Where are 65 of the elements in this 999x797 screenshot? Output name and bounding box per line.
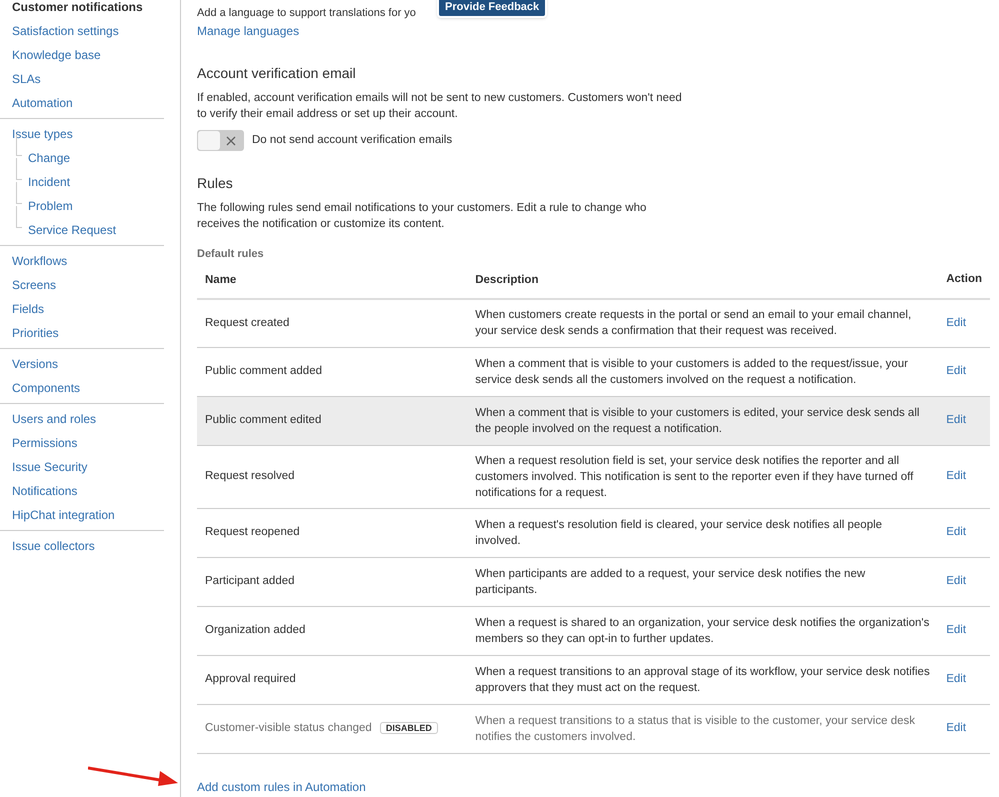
section-title: Rules xyxy=(197,174,234,193)
sidebar-item[interactable]: Problem xyxy=(0,194,164,218)
sidebar-item[interactable]: Issue collectors xyxy=(0,534,164,558)
sidebar-item[interactable]: HipChat integration xyxy=(0,503,164,527)
section-title: Account verification email xyxy=(197,64,357,83)
edit-link[interactable]: Edit xyxy=(946,316,966,329)
rule-description: When a comment that is visible to your customers is edited, your service desk sends all the people involved on the request a notification. xyxy=(475,406,920,437)
rule-description: When a comment that is visible to your customers is added to the request/issue, your service desk sends all the customers involved on the request a notification. xyxy=(475,357,909,388)
sidebar-item[interactable]: SLAs xyxy=(0,67,164,91)
edit-link[interactable]: Edit xyxy=(946,470,966,482)
close-icon xyxy=(226,136,236,146)
rule-name: Request reopened xyxy=(205,526,300,538)
sidebar-item[interactable]: Notifications xyxy=(0,479,164,503)
sidebar-item[interactable]: Users and roles xyxy=(0,407,164,431)
sidebar-item[interactable]: Customer notifications xyxy=(0,0,164,19)
sidebar-item[interactable]: Service Request xyxy=(0,218,164,242)
rule-name: Organization added xyxy=(205,624,306,636)
column-header: Action xyxy=(946,272,982,284)
sidebar-item[interactable]: Automation xyxy=(0,91,164,115)
sidebar-item[interactable]: Issue Security xyxy=(0,455,164,479)
column-header: Name xyxy=(205,274,236,286)
toggle-label: Do not send account verification emails xyxy=(252,132,452,148)
rule-description: When participants are added to a request, your service desk notifies the new participants. xyxy=(475,567,866,598)
sidebar-item[interactable]: Fields xyxy=(0,297,164,321)
section-description: The following rules send email notifications to your customers. Edit a rule to change who receives the notification or customize its content. xyxy=(197,201,648,232)
rule-description: When a request's resolution field is cleared, your service desk notifies all people involved. xyxy=(475,518,884,549)
edit-link[interactable]: Edit xyxy=(946,624,966,636)
subsection-title: Default rules xyxy=(197,247,265,262)
sidebar-item[interactable]: Knowledge base xyxy=(0,43,164,67)
edit-link[interactable]: Edit xyxy=(946,526,966,538)
intro-text: Add a language to support translations for yo xyxy=(197,7,416,19)
edit-link[interactable]: Edit xyxy=(946,365,966,378)
sidebar-item[interactable]: Components xyxy=(0,376,164,400)
rule-name: Request created xyxy=(205,316,290,329)
sidebar-item[interactable]: Priorities xyxy=(0,321,164,345)
status-badge: DISABLED xyxy=(380,722,438,734)
feedback-button[interactable]: Provide Feedback xyxy=(437,0,548,18)
rule-description: When a request transitions to an approval stage of its workflow, your service desk notifies approvers that they must act on the request. xyxy=(475,665,930,696)
rule-description: When customers create requests in the portal or send an email to your email channel, your service desk sends a confirmation that their request was received. xyxy=(475,308,912,340)
rule-name: Approval required xyxy=(205,673,296,686)
edit-link[interactable]: Edit xyxy=(946,575,966,588)
sidebar-item[interactable]: Satisfaction settings xyxy=(0,19,164,43)
rule-description: When a request resolution field is set, your service desk notifies the reporter and all customers involved. This notification is sent to the reporter even if they have turned off notifications for a request. xyxy=(475,454,914,501)
automation-link[interactable]: Add custom rules in Automation xyxy=(197,778,366,796)
arrow-icon xyxy=(88,765,178,787)
rule-name: Customer-visible status changed xyxy=(205,722,372,734)
rule-name: Participant added xyxy=(205,575,295,588)
sidebar-item[interactable]: Incident xyxy=(0,170,164,194)
sidebar-item[interactable]: Permissions xyxy=(0,431,164,455)
edit-link[interactable]: Edit xyxy=(946,673,966,686)
rule-name: Public comment edited xyxy=(205,414,322,426)
toggle-switch[interactable] xyxy=(197,130,244,151)
rule-name: Request resolved xyxy=(205,470,294,482)
rule-name: Public comment added xyxy=(205,365,322,378)
sidebar-item[interactable]: Issue types xyxy=(0,122,164,146)
sidebar-item[interactable]: Versions xyxy=(0,352,164,376)
manage-languages-link[interactable]: Manage languages xyxy=(197,22,300,40)
sidebar-item[interactable]: Change xyxy=(0,146,164,170)
column-header: Description xyxy=(475,274,538,286)
edit-link[interactable]: Edit xyxy=(946,414,966,426)
rule-description: When a request transitions to a status that is visible to the customer, your service desk notifies the customers involved. xyxy=(475,714,916,745)
sidebar-item[interactable]: Screens xyxy=(0,273,164,297)
sidebar-item[interactable]: Workflows xyxy=(0,249,164,273)
rule-description: When a request is shared to an organization, your service desk notifies the organization's members so they can opt-in to further updates. xyxy=(475,616,930,647)
section-description: If enabled, account verification emails will not be sent to new customers. Customers won't need to verify their email address or set up their account. xyxy=(197,91,683,122)
